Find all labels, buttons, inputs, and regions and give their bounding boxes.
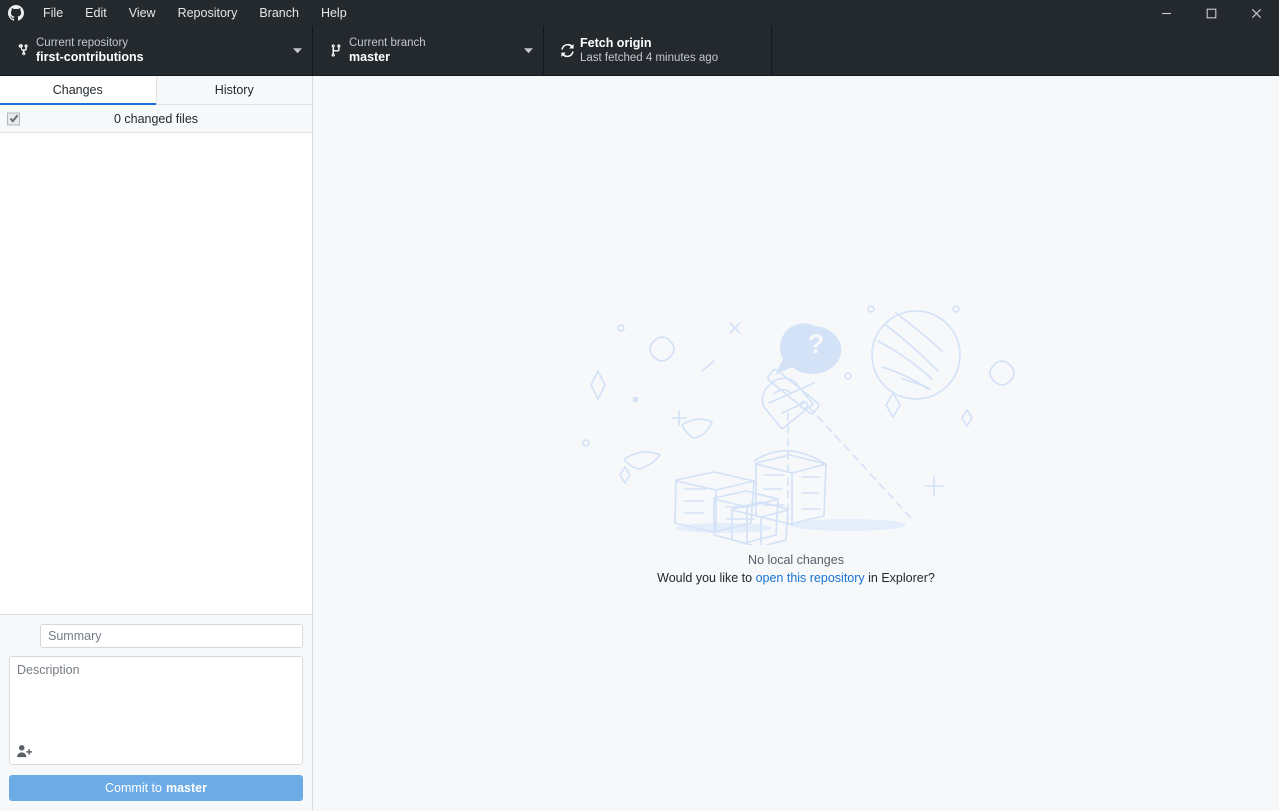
chevron-down-icon: [516, 42, 533, 60]
blankslate-prompt: Would you like to open this repository i…: [657, 571, 935, 585]
github-mark-icon: [0, 5, 32, 21]
fetch-origin-subtitle: Last fetched 4 minutes ago: [580, 51, 718, 65]
app-toolbar: Current repository first-contributions C…: [0, 26, 1279, 76]
git-branch-icon: [323, 43, 349, 58]
minimize-icon[interactable]: [1144, 0, 1189, 26]
menu-item-help[interactable]: Help: [310, 0, 358, 26]
blankslate-prompt-prefix: Would you like to: [657, 571, 755, 585]
fetch-origin-button[interactable]: Fetch origin Last fetched 4 minutes ago: [544, 26, 772, 75]
commit-button-prefix: Commit to: [105, 781, 162, 795]
checkmark-icon: [7, 112, 20, 125]
menu-item-repository[interactable]: Repository: [167, 0, 249, 26]
window-controls: [1144, 0, 1279, 26]
app-body: Changes History 0 changed files: [0, 76, 1279, 811]
menu-item-branch[interactable]: Branch: [248, 0, 310, 26]
telescope-question-blankslate-illustration: ?: [566, 285, 1026, 545]
menu-item-file[interactable]: File: [32, 0, 74, 26]
commit-button[interactable]: Commit to master: [9, 775, 303, 801]
sidebar-tabs: Changes History: [0, 76, 312, 105]
commit-summary-row: [9, 624, 303, 648]
commit-form: Commit to master: [0, 614, 312, 811]
tab-changes[interactable]: Changes: [0, 76, 156, 104]
current-branch-label: Current branch: [349, 36, 426, 50]
blankslate: ?: [566, 285, 1026, 585]
current-repository-value: first-contributions: [36, 50, 144, 66]
current-repository-button[interactable]: Current repository first-contributions: [0, 26, 313, 75]
changed-files-header: 0 changed files: [0, 105, 312, 133]
add-person-icon[interactable]: [17, 743, 35, 759]
current-branch-button[interactable]: Current branch master: [313, 26, 544, 75]
maximize-icon[interactable]: [1189, 0, 1234, 26]
toolbar-spacer: [772, 26, 1279, 75]
menu-item-view[interactable]: View: [118, 0, 167, 26]
menu-bar: File Edit View Repository Branch Help: [32, 0, 358, 26]
current-branch-value: master: [349, 50, 426, 66]
main-content: ?: [313, 76, 1279, 811]
commit-description-input[interactable]: [10, 657, 302, 741]
changes-sidebar: Changes History 0 changed files: [0, 76, 313, 811]
commit-summary-input[interactable]: [40, 624, 303, 648]
open-repository-link[interactable]: open this repository: [756, 571, 865, 585]
fetch-origin-title: Fetch origin: [580, 36, 718, 52]
tab-history-label: History: [215, 83, 254, 97]
current-repository-label: Current repository: [36, 36, 144, 50]
svg-text:?: ?: [808, 329, 825, 359]
blankslate-prompt-suffix: in Explorer?: [865, 571, 935, 585]
close-icon[interactable]: [1234, 0, 1279, 26]
tab-history[interactable]: History: [156, 76, 313, 104]
title-bar: File Edit View Repository Branch Help: [0, 0, 1279, 26]
changed-files-list: [0, 133, 312, 614]
sync-icon: [554, 43, 580, 58]
changed-files-count: 0 changed files: [0, 112, 312, 126]
commit-button-branch: master: [166, 781, 207, 795]
repo-branch-icon: [10, 43, 36, 58]
blankslate-title: No local changes: [748, 553, 844, 567]
tab-changes-label: Changes: [53, 83, 103, 97]
chevron-down-icon: [285, 42, 302, 60]
select-all-checkbox[interactable]: [7, 112, 20, 125]
commit-description-wrapper: [9, 656, 303, 765]
menu-item-edit[interactable]: Edit: [74, 0, 118, 26]
